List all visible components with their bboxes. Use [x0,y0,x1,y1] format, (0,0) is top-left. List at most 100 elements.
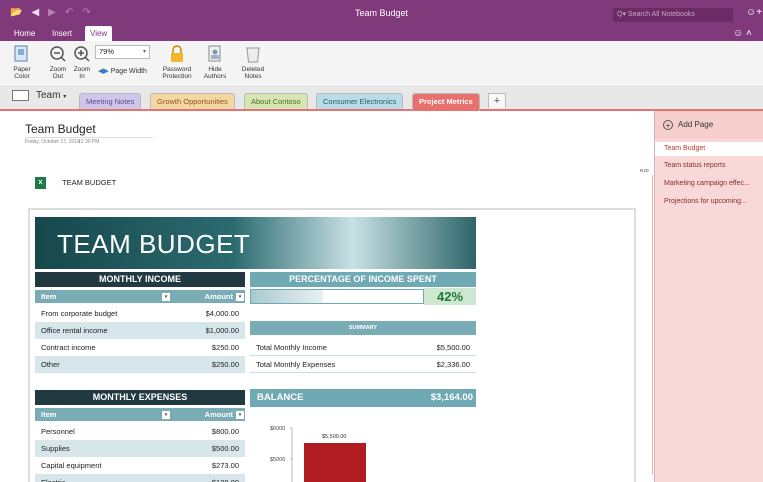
table-row: From corporate budget $4,000.00 [35,305,245,322]
zoom-out-icon [50,46,66,62]
deleted-notes-button[interactable]: Deleted Notes [238,44,268,80]
chevron-down-icon: ▾ [142,49,146,55]
tab-insert[interactable]: Insert [52,26,72,41]
add-icon: + [663,119,673,130]
page-width-button[interactable]: ◀▶ Page Width [98,67,147,75]
hide-authors-icon [208,45,221,62]
ribbon-tab-bar: Home Insert View ☺ ˄ [0,26,763,41]
row-item: Personnel [41,427,75,436]
row-amount: $250.00 [211,343,239,352]
row-amount: $800.00 [211,427,239,436]
summary-value: $2,336.00 [436,360,470,369]
expenses-column-header: Item ▾ Amount ▾ [35,408,245,421]
zoom-level-value: 79% [99,47,115,56]
row-item: Capital equipment [41,461,102,470]
paper-color-label: Paper Color [13,66,31,80]
row-amount: $1,000.00 [205,326,239,335]
income-col-amount: Amount [204,292,233,301]
zoom-out-button[interactable]: Zoom Out [48,44,68,80]
paper-color-button[interactable]: Paper Color [8,44,36,80]
page-title[interactable]: Team Budget [25,122,96,136]
tab-home[interactable]: Home [14,26,35,41]
bar-data-label: $5,500.00 [322,434,346,440]
table-row: Total Monthly Income $5,500.00 [250,339,476,356]
filter-dropdown-icon[interactable]: ▾ [162,293,170,301]
monthly-income-header: MONTHLY INCOME [35,272,245,287]
tab-view[interactable]: View [85,26,113,41]
notebook-name: Team [36,90,61,101]
share-user-icon[interactable]: ☺+ [746,7,762,18]
zoom-in-label: Zoom In [73,66,91,80]
zoom-in-button[interactable]: Zoom In [72,44,92,80]
zoom-out-label: Zoom Out [49,66,67,80]
section-tab-growth-opportunities[interactable]: Growth Opportunities [150,93,235,109]
lock-icon [171,45,183,62]
section-tab-consumer-electronics[interactable]: Consumer Electronics [316,93,404,109]
add-page-label: Add Page [678,120,714,129]
filter-dropdown-icon[interactable]: ▾ [236,293,244,301]
attachment-label[interactable]: TEAM BUDGET [62,178,116,187]
summary-header: SUMMARY [250,321,476,335]
page-list-item[interactable]: Marketing campaign effec... [655,177,763,191]
paper-color-icon [14,45,28,62]
notebooks-list-icon[interactable] [12,90,29,101]
chevron-down-icon: ▾ [63,94,67,100]
banner-title: TEAM BUDGET [57,229,251,259]
budget-banner: TEAM BUDGET [35,217,476,269]
summary-label: Total Monthly Income [256,343,327,352]
table-row: Electric $120.00 [35,474,245,482]
page-list-item[interactable]: Team Budget [655,142,763,156]
income-col-item: Item [41,292,57,301]
search-notebooks-input[interactable]: Q▾ Search All Notebooks [613,8,733,22]
monthly-expenses-header: MONTHLY EXPENSES [35,390,245,405]
section-tab-project-metrics[interactable]: Project Metrics [412,93,480,111]
expenses-col-item: Item [41,410,57,419]
table-row: Total Monthly Expenses $2,336.00 [250,356,476,373]
percentage-bar [250,289,424,304]
row-amount: $500.00 [211,444,239,453]
add-section-button[interactable]: + [488,93,506,108]
balance-header: BALANCE $3,164.00 [250,389,476,407]
table-row: Supplies $500.00 [35,440,245,457]
table-row: Other $250.00 [35,356,245,373]
row-item: Other [41,360,60,369]
notebook-selector[interactable]: Team ▾ [36,90,66,101]
percentage-spent-header: PERCENTAGE OF INCOME SPENT [250,272,476,287]
page-list-item[interactable]: Team status reports [655,159,763,173]
add-page-button[interactable]: + Add Page [655,111,763,139]
page-date: Friday, October 17, 2014 [25,139,80,145]
password-protection-button[interactable]: Password Protection [160,44,194,80]
page-time: 12:30 PM [78,139,100,145]
percentage-bar-fill [251,290,324,303]
income-column-header: Item ▾ Amount ▾ [35,290,245,303]
row-item: From corporate budget [41,309,118,318]
row-amount: $120.00 [212,474,239,482]
table-row: Personnel $800.00 [35,423,245,440]
balance-label: BALANCE [257,392,304,403]
filter-dropdown-icon[interactable]: ▾ [236,411,244,419]
hide-authors-button[interactable]: Hide Authors [200,44,230,80]
excel-file-icon[interactable]: x [35,177,46,189]
page-width-label: Page Width [110,68,147,75]
tick-label-6000: $6000 [270,426,285,432]
title-bar: 📂 ◀ ▶ ↶ ↷ Team Budget Q▾ Search All Note… [0,0,763,26]
author-marker: RJD [640,168,649,173]
section-tab-meeting-notes[interactable]: Meeting Notes [79,93,142,109]
zoom-in-icon [74,46,90,62]
zoom-level-select[interactable]: 79% ▾ [95,45,150,59]
row-amount: $4,000.00 [205,309,239,318]
password-protection-label: Password Protection [162,66,192,80]
section-tab-about-contoso[interactable]: About Contoso [244,93,308,109]
page-width-icon: ◀▶ [98,68,109,75]
expenses-col-amount: Amount [204,410,233,419]
row-amount: $273.00 [211,461,239,470]
page-list-item[interactable]: Projections for upcoming... [655,195,763,209]
row-item: Supplies [41,444,70,453]
summary-label: Total Monthly Expenses [256,360,336,369]
page-list-pane: + Add Page Team Budget Team status report… [654,111,763,482]
filter-dropdown-icon[interactable]: ▾ [162,411,170,419]
deleted-notes-label: Deleted Notes [241,66,265,80]
balance-bar [304,443,366,482]
title-underline [25,137,153,138]
feedback-smiley-icon[interactable]: ☺ ˄ [733,28,752,39]
